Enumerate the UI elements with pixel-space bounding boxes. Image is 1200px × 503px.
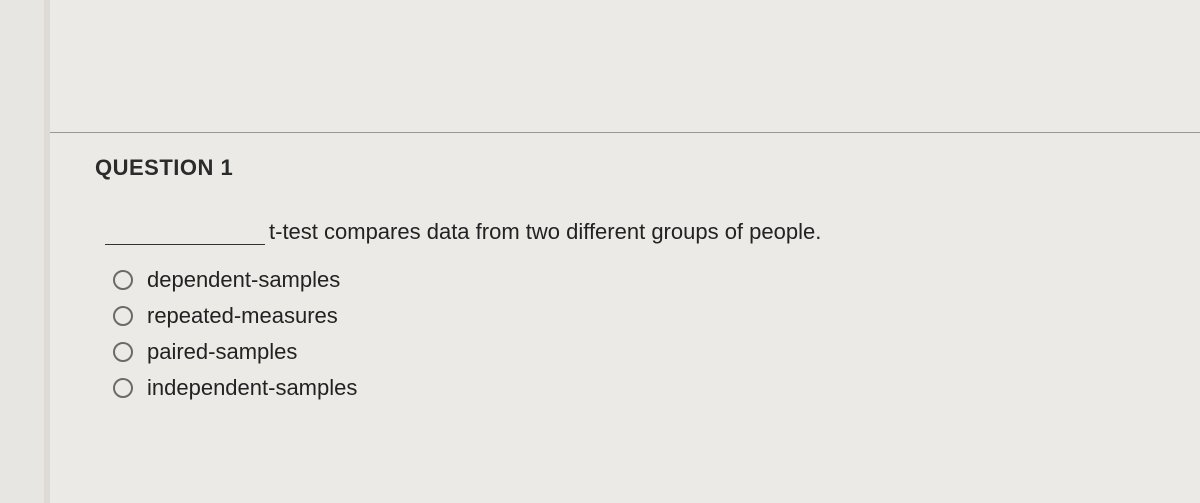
option-label: paired-samples bbox=[147, 339, 297, 365]
prompt-text: t-test compares data from two different … bbox=[269, 219, 821, 245]
question-title: QUESTION 1 bbox=[95, 155, 1160, 181]
options-list: dependent-samples repeated-measures pair… bbox=[113, 267, 1160, 401]
horizontal-divider bbox=[50, 132, 1200, 133]
option-repeated-measures[interactable]: repeated-measures bbox=[113, 303, 1160, 329]
radio-icon[interactable] bbox=[113, 270, 133, 290]
option-dependent-samples[interactable]: dependent-samples bbox=[113, 267, 1160, 293]
option-independent-samples[interactable]: independent-samples bbox=[113, 375, 1160, 401]
radio-icon[interactable] bbox=[113, 378, 133, 398]
question-prompt: t-test compares data from two different … bbox=[105, 219, 1160, 245]
fill-in-blank bbox=[105, 223, 265, 245]
option-label: repeated-measures bbox=[147, 303, 338, 329]
radio-icon[interactable] bbox=[113, 342, 133, 362]
option-paired-samples[interactable]: paired-samples bbox=[113, 339, 1160, 365]
radio-icon[interactable] bbox=[113, 306, 133, 326]
question-content: QUESTION 1 t-test compares data from two… bbox=[95, 155, 1160, 411]
option-label: independent-samples bbox=[147, 375, 357, 401]
option-label: dependent-samples bbox=[147, 267, 340, 293]
